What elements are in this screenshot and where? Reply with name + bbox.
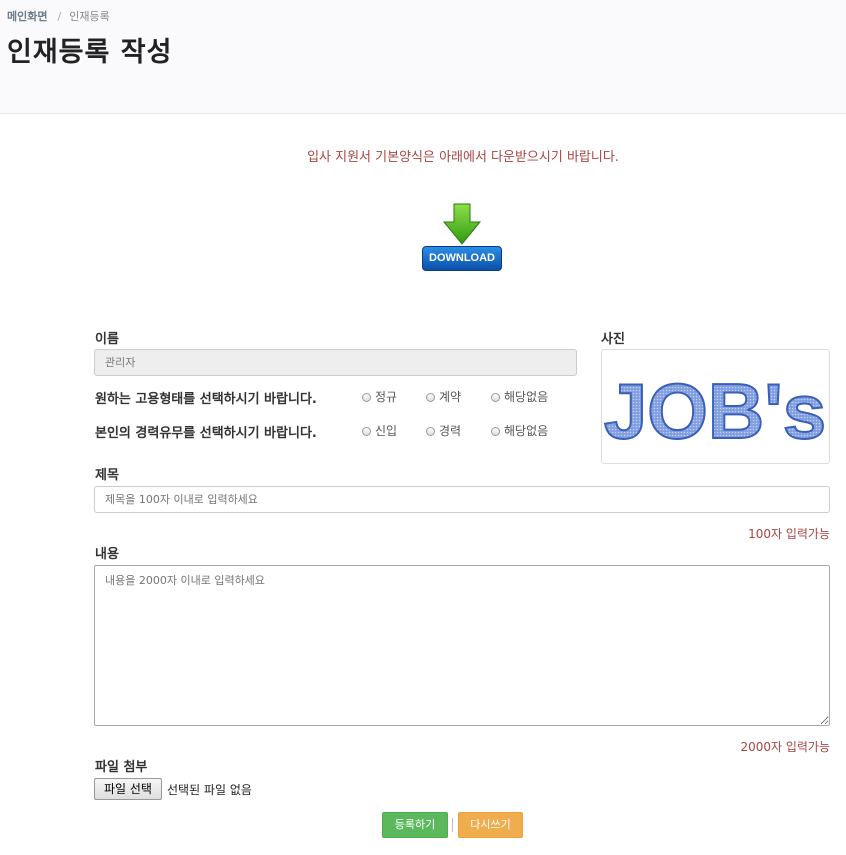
file-status: 선택된 파일 없음 [167, 783, 252, 797]
radio-icon [362, 427, 371, 436]
name-field[interactable]: 관리자 [94, 349, 577, 376]
breadcrumb: 메인화면 / 인재등록 [7, 8, 110, 24]
title-label: 제목 [95, 468, 119, 483]
employment-option-regular[interactable]: 정규 [362, 388, 397, 405]
experience-option-experienced[interactable]: 경력 [426, 422, 461, 439]
photo-image: JOB's [603, 366, 827, 456]
title-input[interactable] [94, 486, 830, 513]
content-textarea[interactable] [94, 565, 830, 726]
employment-option-contract[interactable]: 계약 [426, 388, 461, 405]
radio-icon [362, 393, 371, 402]
file-select-button[interactable]: 파일 선택 [94, 778, 162, 800]
experience-option-new[interactable]: 신입 [362, 422, 397, 439]
radio-label: 해당없음 [504, 390, 549, 404]
download-label: DOWNLOAD [422, 246, 502, 271]
download-arrow-icon [442, 203, 482, 245]
title-counter: 100자 입력가능 [748, 527, 830, 541]
employment-question: 원하는 고용형태를 선택하시기 바랍니다. [95, 392, 317, 407]
radio-icon [426, 427, 435, 436]
file-label: 파일 첨부 [95, 760, 148, 775]
page-header: 메인화면 / 인재등록 인재등록 작성 [0, 0, 846, 114]
breadcrumb-separator: / [57, 10, 62, 23]
experience-option-none[interactable]: 해당없음 [491, 422, 548, 439]
breadcrumb-current: 인재등록 [69, 10, 110, 23]
breadcrumb-home-link[interactable]: 메인화면 [7, 10, 47, 23]
button-divider [452, 818, 453, 832]
content-counter: 2000자 입력가능 [740, 740, 830, 754]
radio-label: 해당없음 [504, 424, 549, 438]
radio-icon [426, 393, 435, 402]
radio-icon [491, 427, 500, 436]
name-label: 이름 [95, 332, 119, 347]
radio-label: 정규 [375, 390, 398, 404]
download-notice: 입사 지원서 기본양식은 아래에서 다운받으시기 바랍니다. [307, 150, 619, 165]
radio-label: 경력 [439, 424, 462, 438]
radio-icon [491, 393, 500, 402]
experience-question: 본인의 경력유무를 선택하시기 바랍니다. [95, 426, 317, 441]
photo-label: 사진 [601, 332, 625, 347]
content-label: 내용 [95, 547, 119, 562]
submit-button[interactable]: 등록하기 [382, 812, 448, 838]
reset-button[interactable]: 다시쓰기 [458, 812, 523, 838]
radio-label: 계약 [439, 390, 462, 404]
photo-logo-text: JOB's [604, 367, 826, 455]
page-title: 인재등록 작성 [7, 37, 173, 68]
photo-upload[interactable]: JOB's [601, 349, 830, 464]
radio-label: 신입 [375, 424, 398, 438]
download-button[interactable]: DOWNLOAD [422, 202, 502, 272]
employment-option-none[interactable]: 해당없음 [491, 388, 548, 405]
